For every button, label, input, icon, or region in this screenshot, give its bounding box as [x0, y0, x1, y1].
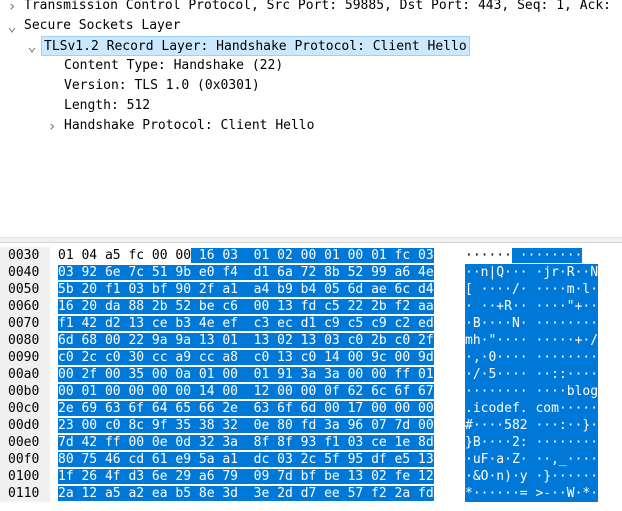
hex-bytes-highlighted: 1f 26 4f d3 6e 29 a6 79 09 7d bf be 13 0… — [58, 469, 434, 484]
hex-offset: 00d0 — [0, 417, 50, 434]
hex-bytes-highlighted: 5b 20 f1 03 bf 90 2f a1 a4 b9 b4 05 6d a… — [58, 282, 434, 297]
hex-offset: 0060 — [0, 298, 50, 315]
hex-offset: 00b0 — [0, 383, 50, 400]
hex-bytes-highlighted: 00 01 00 00 00 00 14 00 12 00 00 0f 62 6… — [58, 384, 434, 399]
expand-down-icon[interactable]: ⌄ — [26, 36, 38, 56]
hex-bytes[interactable]: 6d 68 00 22 9a 9a 13 01 13 02 13 03 c0 2… — [58, 332, 434, 349]
hex-row[interactable]: 00c0 2e 69 63 6f 64 65 66 2e 63 6f 6d 00 … — [0, 400, 622, 417]
hex-offset: 0030 — [0, 247, 50, 264]
hex-bytes-plain: 01 04 a5 fc 00 00 — [58, 248, 192, 263]
hex-ascii[interactable]: ··n|Q··· ·jr·R··N — [465, 264, 599, 281]
hex-row[interactable]: 0050 5b 20 f1 03 bf 90 2f a1 a4 b9 b4 05 … — [0, 281, 622, 298]
hex-bytes[interactable]: 16 20 da 88 2b 52 be c6 00 13 fd c5 22 2… — [58, 298, 434, 315]
hex-ascii[interactable]: ·&O·n)·y ·}······ — [465, 468, 599, 485]
hex-bytes[interactable]: 23 00 c0 8c 9f 35 38 32 0e 80 fd 3a 96 0… — [58, 417, 434, 434]
tree-row-label: Transmission Control Protocol, Src Port:… — [24, 0, 611, 13]
packet-details-tree[interactable]: › Transmission Control Protocol, Src Port… — [0, 0, 622, 237]
hex-offset: 0040 — [0, 264, 50, 281]
hex-bytes[interactable]: 5b 20 f1 03 bf 90 2f a1 a4 b9 b4 05 6d a… — [58, 281, 434, 298]
hex-ascii-highlighted: ········ — [511, 248, 583, 263]
hex-ascii[interactable]: }B····2: ········ — [465, 434, 599, 451]
hex-bytes[interactable]: f1 42 d2 13 ce b3 4e ef c3 ec d1 c9 c5 c… — [58, 315, 434, 332]
tree-row-label: Content Type: Handshake (22) — [64, 58, 284, 73]
hex-row[interactable]: 0040 03 92 6e 7c 51 9b e0 f4 d1 6a 72 8b … — [0, 264, 622, 281]
tree-row-label: Handshake Protocol: Client Hello — [64, 118, 315, 133]
hex-row[interactable]: 0060 16 20 da 88 2b 52 be c6 00 13 fd c5 … — [0, 298, 622, 315]
hex-bytes-highlighted: 23 00 c0 8c 9f 35 38 32 0e 80 fd 3a 96 0… — [58, 418, 434, 433]
hex-bytes-highlighted: 16 03 01 02 00 01 00 01 fc 03 — [191, 248, 434, 263]
hex-bytes[interactable]: 01 04 a5 fc 00 00 16 03 01 02 00 01 00 0… — [58, 247, 434, 264]
hex-ascii[interactable]: *······= >-··W·*· — [465, 485, 599, 502]
hex-bytes-highlighted: 80 75 46 cd 61 e9 5a a1 dc 03 2c 5f 95 d… — [58, 452, 434, 467]
hex-offset: 00e0 — [0, 434, 50, 451]
hex-offset: 0100 — [0, 468, 50, 485]
hex-row[interactable]: 00f0 80 75 46 cd 61 e9 5a a1 dc 03 2c 5f … — [0, 451, 622, 468]
hex-offset: 0070 — [0, 315, 50, 332]
tree-row-label: Length: 512 — [64, 98, 151, 113]
hex-ascii[interactable]: .icodef. com····· — [465, 400, 599, 417]
hex-offset: 00c0 — [0, 400, 50, 417]
hex-row[interactable]: 00a0 00 2f 00 35 00 0a 01 00 01 91 3a 3a … — [0, 366, 622, 383]
hex-bytes-highlighted: f1 42 d2 13 ce b3 4e ef c3 ec d1 c9 c5 c… — [58, 316, 434, 331]
hex-ascii-plain: ······ — [465, 248, 512, 263]
hex-bytes[interactable]: 00 2f 00 35 00 0a 01 00 01 91 3a 3a 00 0… — [58, 366, 434, 383]
hex-row[interactable]: 0090 c0 2c c0 30 cc a9 cc a8 c0 13 c0 14 … — [0, 349, 622, 366]
hex-bytes[interactable]: 1f 26 4f d3 6e 29 a6 79 09 7d bf be 13 0… — [58, 468, 434, 485]
hex-bytes[interactable]: 2a 12 a5 a2 ea b5 8e 3d 3e 2d d7 ee 57 f… — [58, 485, 434, 502]
hex-bytes-highlighted: 03 92 6e 7c 51 9b e0 f4 d1 6a 72 8b 52 9… — [58, 265, 434, 280]
hex-ascii[interactable]: ·/·5···· ··::···· — [465, 366, 599, 383]
hex-row[interactable]: 0030 01 04 a5 fc 00 00 16 03 01 02 00 01 … — [0, 247, 622, 264]
hex-ascii[interactable]: ········ ····blog — [465, 383, 599, 400]
hex-offset: 0110 — [0, 485, 50, 502]
hex-row[interactable]: 0110 2a 12 a5 a2 ea b5 8e 3d 3e 2d d7 ee … — [0, 485, 622, 502]
hex-bytes-highlighted: 6d 68 00 22 9a 9a 13 01 13 02 13 03 c0 2… — [58, 333, 434, 348]
hex-offset: 00f0 — [0, 451, 50, 468]
hex-ascii[interactable]: [ ····/· ····m·l· — [465, 281, 599, 298]
hex-ascii[interactable]: ·B····N· ········ — [465, 315, 599, 332]
hex-bytes[interactable]: 00 01 00 00 00 00 14 00 12 00 00 0f 62 6… — [58, 383, 434, 400]
hex-ascii[interactable]: ·uF·a·Z· ··,_···· — [465, 451, 599, 468]
tree-row-label: Version: TLS 1.0 (0x0301) — [64, 78, 260, 93]
hex-bytes-highlighted: c0 2c c0 30 cc a9 cc a8 c0 13 c0 14 00 9… — [58, 350, 434, 365]
tree-row-label: TLSv1.2 Record Layer: Handshake Protocol… — [41, 36, 470, 56]
hex-row[interactable]: 0080 6d 68 00 22 9a 9a 13 01 13 02 13 03 … — [0, 332, 622, 349]
packet-bytes-pane[interactable]: 0030 01 04 a5 fc 00 00 16 03 01 02 00 01 … — [0, 243, 622, 511]
hex-bytes-highlighted: 00 2f 00 35 00 0a 01 00 01 91 3a 3a 00 0… — [58, 367, 434, 382]
expand-down-icon[interactable]: ⌄ — [6, 16, 18, 36]
hex-offset: 0080 — [0, 332, 50, 349]
hex-ascii[interactable]: · ··+R·· ····"+·· — [465, 298, 599, 315]
hex-row[interactable]: 00b0 00 01 00 00 00 00 14 00 12 00 00 0f … — [0, 383, 622, 400]
hex-bytes[interactable]: 80 75 46 cd 61 e9 5a a1 dc 03 2c 5f 95 d… — [58, 451, 434, 468]
hex-offset: 0050 — [0, 281, 50, 298]
hex-offset: 0090 — [0, 349, 50, 366]
hex-bytes[interactable]: 03 92 6e 7c 51 9b e0 f4 d1 6a 72 8b 52 9… — [58, 264, 434, 281]
hex-bytes-highlighted: 2a 12 a5 a2 ea b5 8e 3d 3e 2d d7 ee 57 f… — [58, 486, 434, 501]
expand-right-icon[interactable]: › — [46, 116, 58, 136]
hex-ascii[interactable]: ······ ········ — [465, 247, 583, 264]
hex-bytes[interactable]: 2e 69 63 6f 64 65 66 2e 63 6f 6d 00 17 0… — [58, 400, 434, 417]
hex-row[interactable]: 00d0 23 00 c0 8c 9f 35 38 32 0e 80 fd 3a … — [0, 417, 622, 434]
expand-right-icon[interactable]: › — [6, 0, 18, 16]
hex-row[interactable]: 0100 1f 26 4f d3 6e 29 a6 79 09 7d bf be … — [0, 468, 622, 485]
hex-ascii[interactable]: mh·"···· ·····+·/ — [465, 332, 599, 349]
hex-ascii[interactable]: #····582 ···:··}· — [465, 417, 599, 434]
tree-row-label: Secure Sockets Layer — [24, 18, 181, 33]
hex-bytes[interactable]: c0 2c c0 30 cc a9 cc a8 c0 13 c0 14 00 9… — [58, 349, 434, 366]
hex-bytes-highlighted: 7d 42 ff 00 0e 0d 32 3a 8f 8f 93 f1 03 c… — [58, 435, 434, 450]
hex-offset: 00a0 — [0, 366, 50, 383]
hex-bytes[interactable]: 7d 42 ff 00 0e 0d 32 3a 8f 8f 93 f1 03 c… — [58, 434, 434, 451]
hex-row[interactable]: 0070 f1 42 d2 13 ce b3 4e ef c3 ec d1 c9 … — [0, 315, 622, 332]
hex-row[interactable]: 00e0 7d 42 ff 00 0e 0d 32 3a 8f 8f 93 f1 … — [0, 434, 622, 451]
hex-bytes-highlighted: 16 20 da 88 2b 52 be c6 00 13 fd c5 22 2… — [58, 299, 434, 314]
hex-ascii[interactable]: ·,·0···· ········ — [465, 349, 599, 366]
hex-bytes-highlighted: 2e 69 63 6f 64 65 66 2e 63 6f 6d 00 17 0… — [58, 401, 434, 416]
